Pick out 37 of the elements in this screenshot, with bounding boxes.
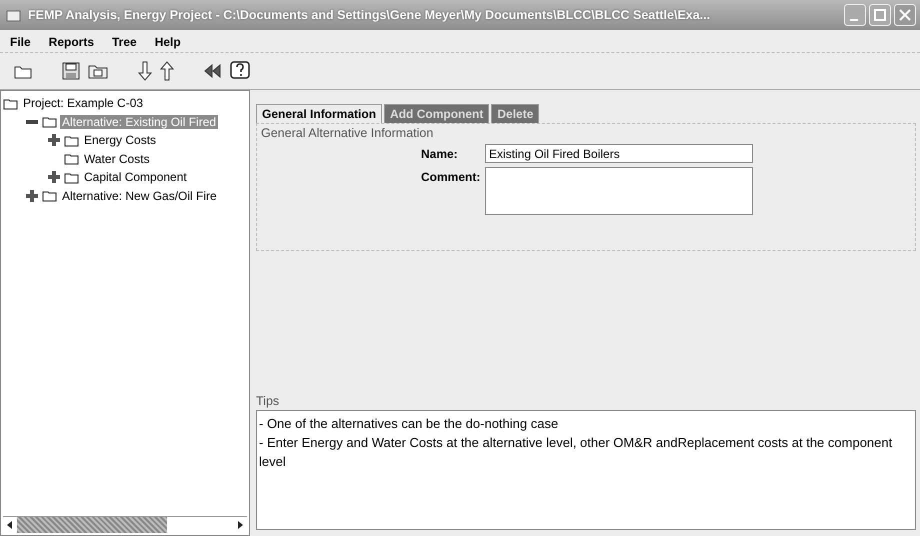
folder-icon bbox=[64, 152, 79, 166]
name-field[interactable]: Existing Oil Fired Boilers bbox=[485, 144, 753, 163]
tree-node[interactable]: Alternative: New Gas/Oil Fire bbox=[60, 188, 219, 203]
tree-node[interactable]: Water Costs bbox=[82, 152, 152, 166]
tips-title: Tips bbox=[256, 394, 280, 408]
tab[interactable]: Delete bbox=[491, 104, 540, 123]
menu-item[interactable]: File bbox=[8, 35, 33, 49]
tips-box: - One of the alternatives can be the do-nothing case - Enter Energy and Water Costs at the alternative level, other OM&R andReplacement costs at the component level bbox=[256, 410, 916, 530]
tab[interactable]: General Information bbox=[256, 104, 382, 123]
tree-node[interactable]: Capital Component bbox=[82, 170, 189, 184]
field-label: Name: bbox=[420, 146, 459, 161]
down-arrow-icon[interactable] bbox=[138, 61, 152, 81]
save-icon[interactable] bbox=[62, 62, 80, 80]
expand-icon[interactable] bbox=[47, 133, 61, 148]
folder-icon bbox=[3, 96, 18, 110]
close-icon[interactable] bbox=[894, 4, 916, 26]
menu-item[interactable]: Reports bbox=[46, 35, 96, 49]
double-left-arrow-icon[interactable] bbox=[204, 64, 222, 78]
tree-node[interactable]: Project: Example C-03 bbox=[21, 96, 146, 110]
folder-icon bbox=[42, 189, 57, 202]
window-title: FEMP Analysis, Energy Project - C:\Documents and Settings\Gene Meyer\My Documents\BLCC\BLCC Seattle\Exa... bbox=[28, 8, 712, 22]
menu-item[interactable]: Help bbox=[152, 35, 183, 49]
menu-item[interactable]: Tree bbox=[110, 35, 139, 49]
tree-node[interactable]: Energy Costs bbox=[82, 133, 158, 148]
folder-icon bbox=[64, 170, 79, 184]
expand-icon[interactable] bbox=[25, 188, 39, 203]
folder-icon bbox=[42, 115, 57, 128]
comment-field[interactable] bbox=[485, 167, 753, 215]
expand-icon[interactable] bbox=[47, 170, 61, 184]
up-arrow-icon[interactable] bbox=[160, 61, 174, 81]
tab[interactable]: Add Component bbox=[384, 104, 490, 123]
group-title: General Alternative Information bbox=[261, 126, 434, 140]
app-icon bbox=[6, 8, 22, 22]
field-label: Comment: bbox=[420, 169, 481, 184]
folder-icon bbox=[64, 134, 79, 147]
help-icon[interactable] bbox=[230, 61, 250, 81]
scrollbar-thumb[interactable] bbox=[17, 517, 167, 533]
